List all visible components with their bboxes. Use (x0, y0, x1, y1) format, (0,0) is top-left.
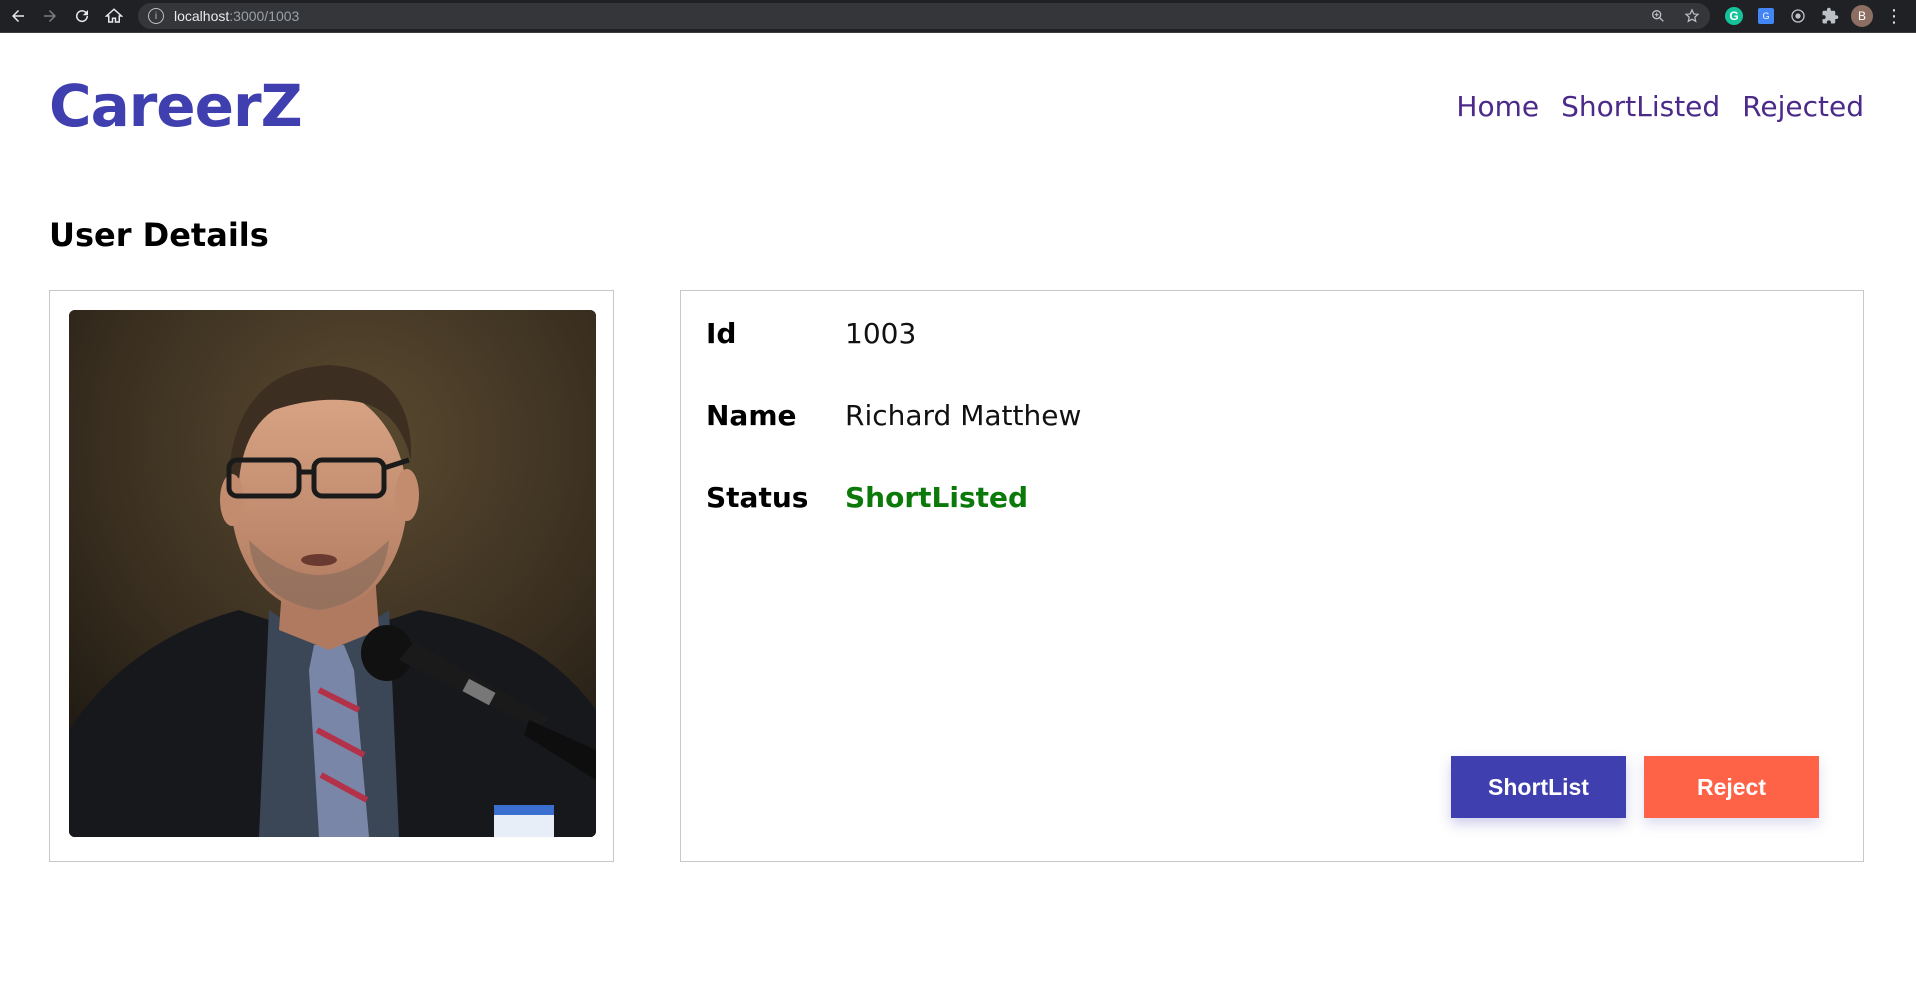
id-label: Id (706, 317, 737, 350)
translate-extension-icon[interactable]: G (1754, 4, 1778, 28)
grammarly-extension-icon[interactable]: G (1722, 4, 1746, 28)
reload-icon[interactable] (70, 4, 94, 28)
user-details-card: Id 1003 Name Richard Matthew Status Shor… (680, 290, 1864, 862)
status-value: ShortListed (845, 481, 1029, 514)
profile-avatar[interactable]: B (1850, 4, 1874, 28)
id-value: 1003 (845, 317, 917, 350)
home-icon[interactable] (102, 4, 126, 28)
extensions-puzzle-icon[interactable] (1818, 4, 1842, 28)
user-photo-card (49, 290, 614, 862)
shortlist-button[interactable]: ShortList (1451, 756, 1626, 818)
brand-logo[interactable]: CareerZ (49, 72, 303, 140)
record-extension-icon[interactable] (1786, 4, 1810, 28)
forward-arrow-icon[interactable] (38, 4, 62, 28)
browser-toolbar: i localhost:3000/1003 G G B ⋮ (0, 0, 1916, 33)
url-path: :3000/1003 (229, 8, 300, 24)
back-arrow-icon[interactable] (6, 4, 30, 28)
id-row: Id 1003 (706, 317, 916, 350)
browser-menu-icon[interactable]: ⋮ (1882, 4, 1906, 28)
status-row: Status ShortListed (706, 481, 1028, 514)
name-value: Richard Matthew (845, 399, 1082, 432)
url-host: localhost (174, 8, 230, 24)
zoom-icon[interactable] (1648, 6, 1668, 26)
nav-home-link[interactable]: Home (1456, 90, 1539, 123)
status-label: Status (706, 481, 809, 514)
name-label: Name (706, 399, 797, 432)
address-bar[interactable]: i localhost:3000/1003 (138, 3, 1710, 29)
nav-shortlisted-link[interactable]: ShortListed (1561, 90, 1720, 123)
bookmark-star-icon[interactable] (1682, 6, 1702, 26)
reject-button[interactable]: Reject (1644, 756, 1819, 818)
main-nav: Home ShortListed Rejected (1456, 90, 1864, 123)
nav-rejected-link[interactable]: Rejected (1742, 90, 1864, 123)
name-row: Name Richard Matthew (706, 399, 1081, 432)
site-info-icon[interactable]: i (148, 8, 164, 24)
user-photo (69, 310, 596, 837)
page-title: User Details (49, 216, 269, 254)
